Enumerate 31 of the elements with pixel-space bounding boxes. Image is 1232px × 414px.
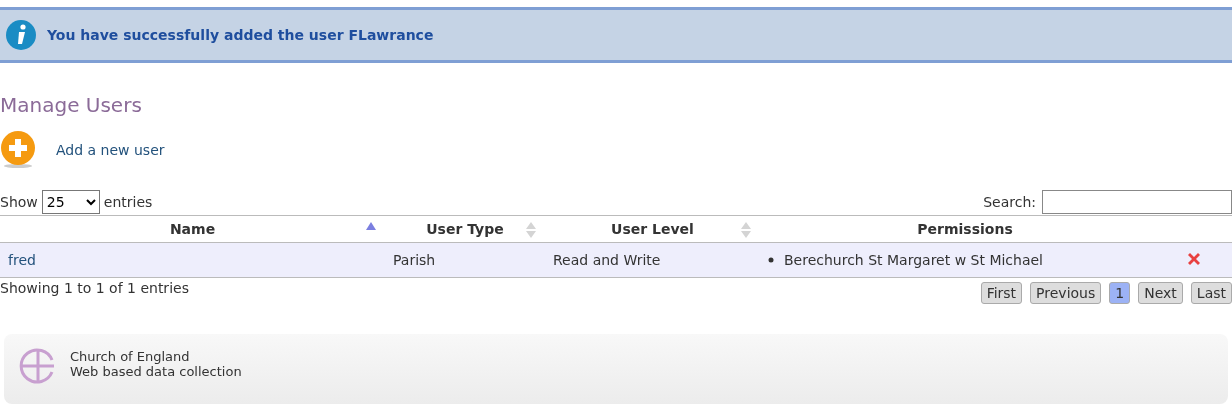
page-button[interactable]: Next xyxy=(1138,282,1183,304)
column-header[interactable]: User Level xyxy=(545,215,760,243)
page-button[interactable]: First xyxy=(980,282,1023,304)
column-header[interactable]: Permissions xyxy=(760,215,1170,243)
user-name-link[interactable]: fred xyxy=(8,252,36,268)
column-header[interactable]: Name xyxy=(0,215,385,243)
bullet-icon xyxy=(768,257,774,263)
add-user-link[interactable]: Add a new user xyxy=(56,142,165,158)
page-button[interactable]: Last xyxy=(1190,282,1232,304)
table-info: Showing 1 to 1 of 1 entries xyxy=(0,280,189,296)
notice-text: You have successfully added the user FLawrance xyxy=(47,27,434,43)
delete-icon[interactable] xyxy=(1186,250,1202,267)
footer-text: Web based data collection xyxy=(70,364,242,379)
search-field[interactable] xyxy=(1042,190,1232,214)
entries-select[interactable]: 25 xyxy=(41,190,100,214)
add-icon[interactable] xyxy=(0,131,36,169)
sort-icon xyxy=(525,221,537,239)
sort-ascending-icon xyxy=(365,221,377,231)
permission-text: Berechurch St Margaret w St Michael xyxy=(784,252,1043,268)
table-cell: Read and Write xyxy=(553,252,661,268)
table-cell: Parish xyxy=(393,252,436,268)
page-button[interactable]: 1 xyxy=(1109,282,1131,304)
page-title: Manage Users xyxy=(0,93,143,117)
sort-icon xyxy=(740,221,752,239)
entries-label: entries xyxy=(103,194,153,210)
footer-text: Church of England xyxy=(70,349,191,364)
search-label: Search: xyxy=(983,194,1036,210)
page-button[interactable]: Previous xyxy=(1030,282,1102,304)
column-header[interactable]: User Type xyxy=(385,215,545,243)
show-label: Show xyxy=(0,194,38,210)
info-icon xyxy=(5,19,37,51)
